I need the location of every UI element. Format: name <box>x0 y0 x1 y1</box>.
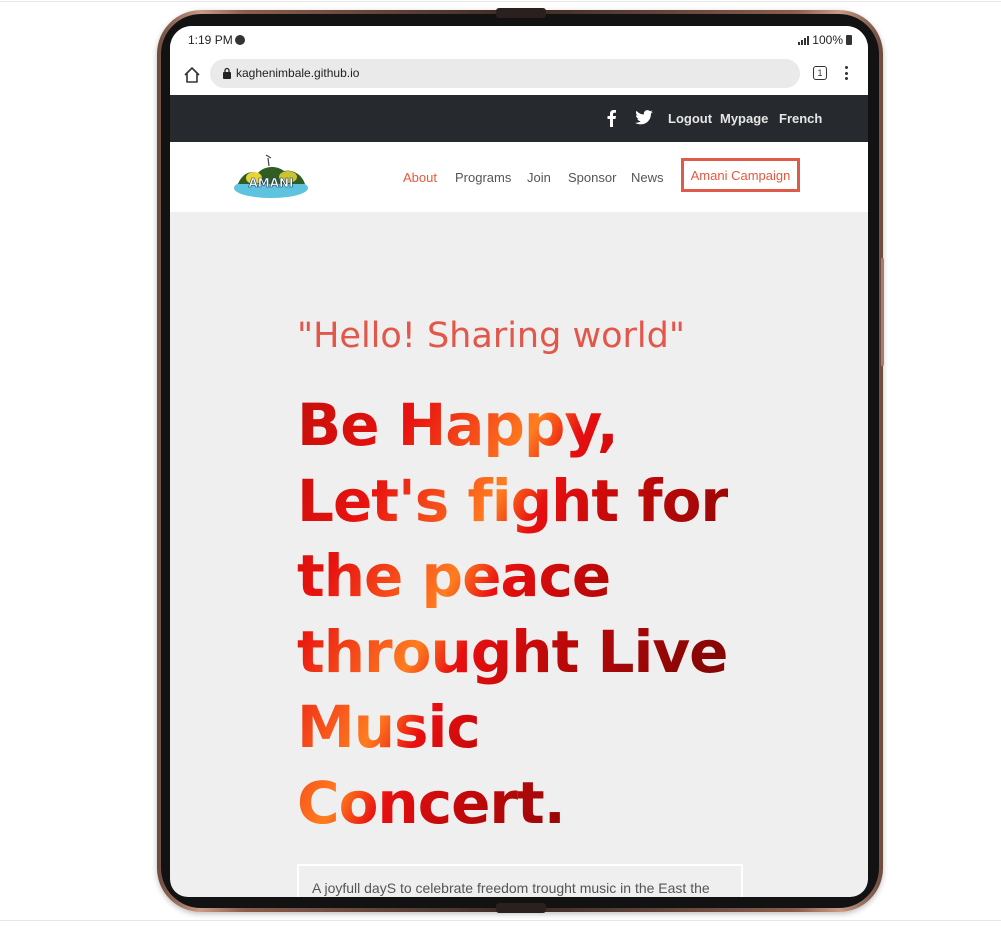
hero-subtitle: "Hello! Sharing world" <box>297 316 685 356</box>
address-bar[interactable]: kaghenimbale.github.io <box>210 59 800 88</box>
lock-icon <box>223 67 231 79</box>
french-link[interactable]: French <box>779 111 822 126</box>
hero-title-line: Let's fight for <box>297 464 729 540</box>
nav-news[interactable]: News <box>631 170 664 185</box>
mypage-link[interactable]: Mypage <box>720 111 768 126</box>
nav-sponsor[interactable]: Sponsor <box>568 170 616 185</box>
twitter-icon[interactable] <box>634 110 654 126</box>
status-time: 1:19 PM <box>188 33 245 47</box>
nav-join[interactable]: Join <box>527 170 551 185</box>
hero-description: A joyfull dayS to celebrate freedom trou… <box>312 880 710 896</box>
battery-icon <box>846 35 852 45</box>
page-divider-bottom <box>0 920 1001 921</box>
spotify-icon <box>234 35 245 45</box>
hinge-bottom <box>496 903 546 913</box>
main-nav: AMANI About Programs Join Sponsor News A… <box>170 142 868 212</box>
nav-programs[interactable]: Programs <box>455 170 511 185</box>
nav-about[interactable]: About <box>403 170 437 185</box>
logout-link[interactable]: Logout <box>668 111 712 126</box>
more-menu-icon[interactable] <box>845 66 849 82</box>
status-time-text: 1:19 PM <box>188 33 233 47</box>
url-text: kaghenimbale.github.io <box>236 66 360 80</box>
hero-title: Be Happy, Let's fight for the peace thro… <box>297 388 729 842</box>
hero-title-line: Music <box>297 690 728 766</box>
nav-amani-campaign-button[interactable]: Amani Campaign <box>681 158 800 192</box>
device-screen: 1:19 PM 100% kaghenimbale.github.io 1 Lo… <box>170 26 868 897</box>
svg-text:AMANI: AMANI <box>248 176 293 190</box>
status-bar: 1:19 PM 100% <box>170 26 868 56</box>
hero-title-line: throught Live <box>297 615 728 691</box>
tabs-icon[interactable]: 1 <box>813 66 827 80</box>
hero-title-line: Be Happy, <box>297 388 728 464</box>
hero-description-box: A joyfull dayS to celebrate freedom trou… <box>297 864 743 897</box>
hero-title-line: the peace <box>297 539 728 615</box>
site-top-bar: Logout Mypage French <box>170 95 868 142</box>
browser-toolbar: kaghenimbale.github.io 1 <box>170 56 868 95</box>
facebook-icon[interactable] <box>605 109 617 127</box>
side-button <box>881 258 884 366</box>
hinge-top <box>496 8 546 18</box>
page-divider-top <box>0 1 1001 2</box>
hero-title-line: Concert. <box>297 766 728 842</box>
signal-icon <box>798 35 810 45</box>
amani-logo[interactable]: AMANI <box>232 152 310 200</box>
battery-level: 100% <box>812 33 843 47</box>
home-icon[interactable] <box>182 65 202 85</box>
